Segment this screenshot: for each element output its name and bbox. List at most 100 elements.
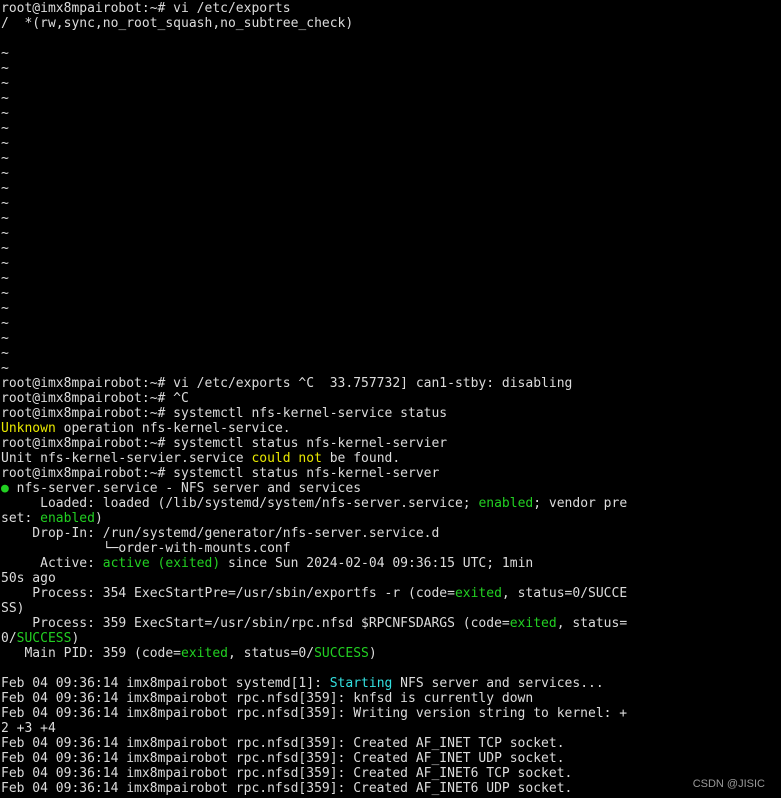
highlighted-text: Starting [329, 676, 393, 691]
terminal-line: ~ [1, 106, 781, 121]
terminal-text: ~ [1, 226, 9, 241]
terminal-text: Feb 04 09:36:14 imx8mpairobot rpc.nfsd[3… [1, 706, 628, 721]
terminal-text: root@imx8mpairobot:~# systemctl nfs-kern… [1, 406, 448, 421]
terminal-text: Feb 04 09:36:14 imx8mpairobot systemd[1]… [1, 676, 330, 691]
terminal-line: root@imx8mpairobot:~# systemctl status n… [1, 466, 781, 481]
highlighted-text: SUCCESS [314, 646, 369, 661]
terminal-line: root@imx8mpairobot:~# vi /etc/exports [1, 1, 781, 16]
terminal-line: ~ [1, 271, 781, 286]
terminal-line: Process: 359 ExecStart=/usr/sbin/rpc.nfs… [1, 616, 781, 631]
terminal-text: ~ [1, 121, 9, 136]
terminal-text: ~ [1, 331, 9, 346]
terminal-line: ~ [1, 46, 781, 61]
terminal-text: Loaded: loaded (/lib/systemd/system/nfs-… [1, 496, 479, 511]
terminal-text: root@imx8mpairobot:~# systemctl status n… [1, 436, 448, 451]
terminal-text: , status=0/ [227, 646, 315, 661]
terminal-text: root@imx8mpairobot:~# systemctl status n… [1, 466, 440, 481]
terminal-text: ~ [1, 196, 9, 211]
highlighted-text: Unknown [1, 421, 56, 436]
terminal-text: Main PID: 359 (code= [1, 646, 182, 661]
terminal-line: ~ [1, 286, 781, 301]
terminal-text: ~ [1, 316, 9, 331]
highlighted-text: enabled [40, 511, 95, 526]
terminal-text: Feb 04 09:36:14 imx8mpairobot rpc.nfsd[3… [1, 736, 565, 751]
terminal-line: / *(rw,sync,no_root_squash,no_subtree_ch… [1, 16, 781, 31]
terminal-line: Feb 04 09:36:14 imx8mpairobot rpc.nfsd[3… [1, 751, 781, 766]
terminal-line: ~ [1, 316, 781, 331]
terminal-text: ~ [1, 286, 9, 301]
terminal-text: root@imx8mpairobot:~# vi /etc/exports [1, 1, 291, 16]
terminal-line: ~ [1, 76, 781, 91]
highlighted-text: exited [509, 616, 557, 631]
terminal-text: Process: 354 ExecStartPre=/usr/sbin/expo… [1, 586, 455, 601]
terminal-text: ~ [1, 211, 9, 226]
terminal-line: Feb 04 09:36:14 imx8mpairobot rpc.nfsd[3… [1, 781, 781, 796]
terminal-line: Unknown operation nfs-kernel-service. [1, 421, 781, 436]
terminal-line: Active: active (exited) since Sun 2024-0… [1, 556, 781, 571]
terminal-text: ~ [1, 271, 9, 286]
terminal-text: ~ [1, 256, 9, 271]
terminal-text: ~ [1, 166, 9, 181]
terminal-output[interactable]: root@imx8mpairobot:~# vi /etc/exports / *… [1, 1, 781, 797]
terminal-line: Process: 354 ExecStartPre=/usr/sbin/expo… [1, 586, 781, 601]
terminal-line: root@imx8mpairobot:~# vi /etc/exports ^C… [1, 376, 781, 391]
terminal-text: ~ [1, 241, 9, 256]
terminal-line: ~ [1, 211, 781, 226]
terminal-text: ~ [1, 61, 9, 76]
terminal-line: Unit nfs-kernel-servier.service could no… [1, 451, 781, 466]
terminal-text: ~ [1, 76, 9, 91]
terminal-text: , status= [556, 616, 628, 631]
highlighted-text: enabled [478, 496, 534, 511]
terminal-line: └─order-with-mounts.conf [1, 541, 781, 556]
terminal-line: ~ [1, 346, 781, 361]
terminal-text: ~ [1, 361, 9, 376]
terminal-text: ~ [1, 91, 9, 106]
terminal-line: Loaded: loaded (/lib/systemd/system/nfs-… [1, 496, 781, 511]
terminal-text: Feb 04 09:36:15 imx8mpairobot systemd[1]… [1, 796, 588, 797]
terminal-line: Feb 04 09:36:14 imx8mpairobot rpc.nfsd[3… [1, 736, 781, 751]
terminal-text: Drop-In: /run/systemd/generator/nfs-serv… [1, 526, 440, 541]
terminal-line: root@imx8mpairobot:~# systemctl status n… [1, 436, 781, 451]
terminal-line: ~ [1, 181, 781, 196]
terminal-text: ~ [1, 301, 9, 316]
terminal-line: ~ [1, 331, 781, 346]
terminal-line: root@imx8mpairobot:~# ^C [1, 391, 781, 406]
terminal-text: Active: [1, 556, 103, 571]
terminal-text: └─order-with-mounts.conf [1, 541, 291, 556]
highlighted-text: ● [1, 481, 9, 496]
terminal-text: , status=0/SUCCE [501, 586, 628, 601]
terminal-text: ~ [1, 46, 9, 61]
terminal-line: ~ [1, 301, 781, 316]
terminal-line: ~ [1, 121, 781, 136]
terminal-line: Feb 04 09:36:14 imx8mpairobot rpc.nfsd[3… [1, 766, 781, 781]
terminal-line: Feb 04 09:36:14 imx8mpairobot rpc.nfsd[3… [1, 691, 781, 706]
terminal-line: ~ [1, 61, 781, 76]
terminal-line: ~ [1, 91, 781, 106]
terminal-text: SS) [1, 601, 25, 616]
csdn-watermark: CSDN @JISIC [692, 778, 765, 790]
terminal-text: nfs-server.service - NFS server and serv… [8, 481, 362, 496]
terminal-line: Drop-In: /run/systemd/generator/nfs-serv… [1, 526, 781, 541]
highlighted-text: active (exited) [102, 556, 221, 571]
terminal-text: be found. [321, 451, 401, 466]
terminal-text: set: [1, 511, 41, 526]
highlighted-text: SUCCESS [16, 631, 72, 646]
highlighted-text: could not [251, 451, 322, 466]
terminal-line: ~ [1, 256, 781, 271]
terminal-line: ● nfs-server.service - NFS server and se… [1, 481, 781, 496]
terminal-text: / *(rw,sync,no_root_squash,no_subtree_ch… [1, 16, 354, 31]
highlighted-text: exited [454, 586, 502, 601]
terminal-line: 0/SUCCESS) [1, 631, 781, 646]
terminal-line: ~ [1, 151, 781, 166]
terminal-line: Feb 04 09:36:14 imx8mpairobot rpc.nfsd[3… [1, 706, 781, 721]
terminal-line: 2 +3 +4 [1, 721, 781, 736]
terminal-text: 2 +3 +4 [1, 721, 56, 736]
terminal-text: root@imx8mpairobot:~# ^C [1, 391, 189, 406]
terminal-text: ~ [1, 181, 9, 196]
terminal-line: ~ [1, 136, 781, 151]
terminal-text: Feb 04 09:36:14 imx8mpairobot rpc.nfsd[3… [1, 751, 565, 766]
terminal-text: 0/ [1, 631, 17, 646]
terminal-text: operation nfs-kernel-service. [55, 421, 291, 436]
terminal-text: NFS server and services... [392, 676, 604, 691]
